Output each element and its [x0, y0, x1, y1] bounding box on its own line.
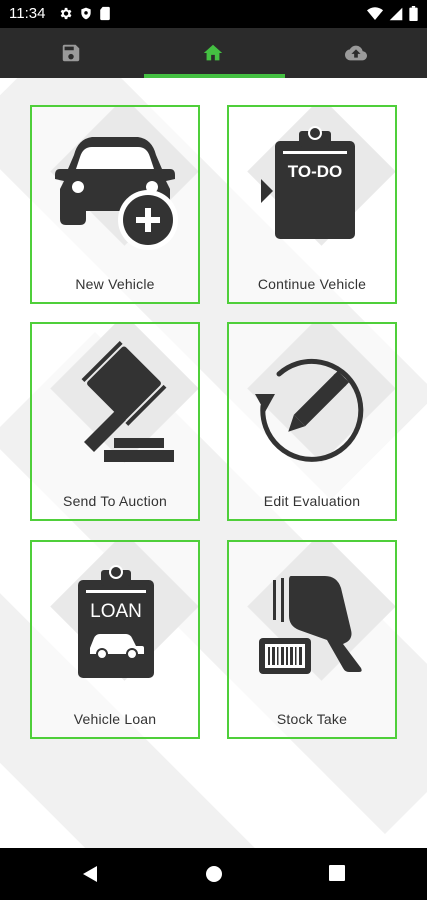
status-time: 11:34 — [9, 5, 46, 22]
wifi-icon — [367, 6, 383, 20]
tab-save[interactable] — [0, 28, 142, 78]
card-label: Continue Vehicle — [257, 276, 367, 292]
card-label: Stock Take — [276, 711, 348, 727]
car-add-icon — [55, 137, 178, 250]
gavel-icon — [81, 340, 174, 462]
tab-home[interactable] — [142, 28, 284, 78]
loan-clipboard-icon: LOAN — [78, 565, 154, 678]
card-label: New Vehicle — [75, 276, 155, 292]
system-nav-bar — [0, 848, 427, 900]
barcode-scanner-icon — [259, 576, 362, 674]
back-icon[interactable] — [82, 865, 98, 883]
status-bar: 11:34 — [0, 0, 427, 28]
save-icon — [62, 44, 80, 62]
todo-text: TO-DO — [288, 162, 342, 181]
tab-upload[interactable] — [285, 28, 427, 78]
card-label: Send To Auction — [63, 493, 167, 509]
home-icon — [204, 44, 223, 61]
main-content: New Vehicle TO-DO Continue Vehicle Send — [0, 78, 427, 848]
tab-bar — [0, 28, 427, 78]
sim-icon — [100, 6, 110, 21]
edit-evaluation-card[interactable]: Edit Evaluation — [227, 322, 397, 521]
gear-icon — [60, 7, 72, 20]
card-label: Vehicle Loan — [73, 711, 157, 727]
recents-icon[interactable] — [329, 865, 345, 881]
home-circle-icon[interactable] — [205, 865, 223, 883]
stock-take-card[interactable]: Stock Take — [227, 540, 397, 739]
signal-icon — [389, 7, 403, 20]
vehicle-loan-card[interactable]: LOAN Vehicle Loan — [30, 540, 200, 739]
continue-vehicle-card[interactable]: TO-DO Continue Vehicle — [227, 105, 397, 304]
new-vehicle-card[interactable]: New Vehicle — [30, 105, 200, 304]
cloud-upload-icon — [344, 45, 367, 61]
edit-refresh-icon — [255, 358, 364, 462]
loan-text: LOAN — [90, 601, 142, 622]
battery-icon — [409, 6, 418, 21]
send-to-auction-card[interactable]: Send To Auction — [30, 322, 200, 521]
card-label: Edit Evaluation — [263, 493, 361, 509]
todo-clipboard-icon: TO-DO — [261, 126, 355, 239]
shield-icon — [81, 7, 91, 20]
